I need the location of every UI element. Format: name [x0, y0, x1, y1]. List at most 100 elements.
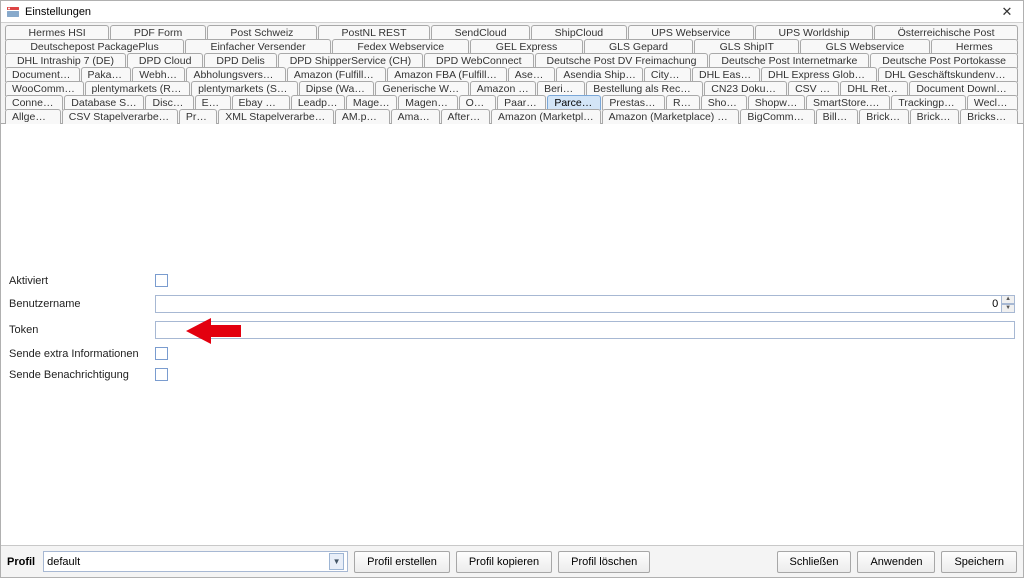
tab[interactable]: Prestashop — [602, 95, 665, 110]
tab[interactable]: PDF Form — [110, 25, 206, 40]
tab[interactable]: Ebay XML — [232, 95, 290, 110]
tab[interactable]: Bricklink — [859, 109, 908, 124]
tab[interactable]: PostNL REST — [318, 25, 430, 40]
profil-kopieren-button[interactable]: Profil kopieren — [456, 551, 552, 573]
tab[interactable]: Bestellung als Rechnung — [586, 81, 703, 96]
tab[interactable]: SmartStore.NET — [806, 95, 890, 110]
schliessen-button[interactable]: Schließen — [777, 551, 852, 573]
tab[interactable]: Amazon (Marketplace) — [491, 109, 601, 124]
tab[interactable]: Hermes — [931, 39, 1018, 54]
tab[interactable]: DPD WebConnect — [424, 53, 534, 68]
aktiviert-label: Aktiviert — [9, 275, 149, 287]
tab[interactable]: DHL Easylog — [692, 67, 760, 82]
aktiviert-checkbox[interactable] — [155, 274, 168, 287]
tab[interactable]: Asendia Shipping — [556, 67, 642, 82]
tab[interactable]: Amazon (Marketplace) REST — [602, 109, 740, 124]
tab[interactable]: GLS Gepard — [584, 39, 694, 54]
tab[interactable]: DPD ShipperService (CH) — [278, 53, 423, 68]
tab[interactable]: DHL Retoure — [840, 81, 908, 96]
tab[interactable]: plentymarkets (REST) — [85, 81, 191, 96]
tab[interactable]: Paarzeit — [497, 95, 546, 110]
tab[interactable]: Magento — [346, 95, 397, 110]
tab[interactable]: Österreichische Post — [874, 25, 1018, 40]
tab[interactable]: Berichte — [537, 81, 585, 96]
tab[interactable]: Dipse (Waage) — [299, 81, 375, 96]
tab[interactable]: Discogs — [145, 95, 193, 110]
benutzername-field-wrap: ▲ ▼ — [155, 295, 1015, 313]
tab[interactable]: Leadprint — [291, 95, 345, 110]
tab[interactable]: Shopware — [748, 95, 805, 110]
tab[interactable]: Hermes HSI — [5, 25, 109, 40]
tab[interactable]: WooCommerce — [5, 81, 84, 96]
tab[interactable]: Document Log — [5, 67, 80, 82]
tab[interactable]: Amazon — [391, 109, 440, 124]
tab[interactable]: GEL Express — [470, 39, 582, 54]
tab[interactable]: Deutsche Post DV Freimachung — [535, 53, 709, 68]
tab[interactable]: DPD Delis — [204, 53, 276, 68]
close-button[interactable]: ✕ — [995, 4, 1019, 20]
tab[interactable]: SendCloud — [431, 25, 530, 40]
tab[interactable]: ShipCloud — [531, 25, 627, 40]
anwenden-button[interactable]: Anwenden — [857, 551, 935, 573]
tab[interactable]: Parcellab — [547, 95, 601, 110]
tab[interactable]: DHL Intraship 7 (DE) — [5, 53, 126, 68]
tab[interactable]: XML Stapelverarbeitung — [218, 109, 334, 124]
tab[interactable]: Deutsche Post Internetmarke — [709, 53, 869, 68]
tab[interactable]: Amazon Log — [470, 81, 536, 96]
tab[interactable]: Allgemein — [5, 109, 61, 124]
tab[interactable]: Webhook — [132, 67, 185, 82]
tab[interactable]: Post Schweiz — [207, 25, 317, 40]
tab[interactable]: Real — [666, 95, 700, 110]
tab[interactable]: Connector — [5, 95, 63, 110]
tab[interactable]: DHL Express Global WS — [761, 67, 877, 82]
tab[interactable]: CSV Log — [788, 81, 839, 96]
tabs-row: DHL Intraship 7 (DE)DPD CloudDPD DelisDP… — [5, 53, 1019, 67]
benutzername-spin-up[interactable]: ▲ — [1001, 295, 1015, 304]
tab[interactable]: Document Downloader — [909, 81, 1018, 96]
tab[interactable]: Abholungsversender — [186, 67, 285, 82]
tab[interactable]: Amazon FBA (Fulfillment) — [387, 67, 507, 82]
tab[interactable]: plentymarkets (SOAP) — [191, 81, 298, 96]
profil-loeschen-button[interactable]: Profil löschen — [558, 551, 650, 573]
benutzername-input[interactable] — [155, 295, 1001, 313]
tab[interactable]: Billbee — [816, 109, 859, 124]
tab[interactable]: Magento 2 — [398, 95, 457, 110]
tab[interactable]: UPS Worldship — [755, 25, 873, 40]
tab[interactable]: UPS Webservice — [628, 25, 754, 40]
profil-combo[interactable]: default ▼ — [43, 551, 348, 572]
profil-erstellen-button[interactable]: Profil erstellen — [354, 551, 450, 573]
tab[interactable]: Amazon (Fulfillment) — [287, 67, 386, 82]
tab[interactable]: CSV Stapelverarbeitung — [62, 109, 178, 124]
tab[interactable]: Citymail — [644, 67, 691, 82]
tab[interactable]: GLS Webservice — [800, 39, 929, 54]
sende-benachrichtigung-checkbox[interactable] — [155, 368, 168, 381]
tab[interactable]: Generische Waage — [375, 81, 468, 96]
tab[interactable]: AM.portal — [335, 109, 390, 124]
tab[interactable]: Asendia — [508, 67, 556, 82]
tab[interactable]: Odoo — [459, 95, 496, 110]
tab[interactable]: Deutschepost PackagePlus — [5, 39, 184, 54]
tab[interactable]: Einfacher Versender — [185, 39, 331, 54]
tab[interactable]: Fedex Webservice — [332, 39, 469, 54]
tab[interactable]: Shopify — [701, 95, 747, 110]
tab[interactable]: CN23 Dokument — [704, 81, 787, 96]
tab[interactable]: DPD Cloud — [127, 53, 203, 68]
tab[interactable]: BigCommerce — [740, 109, 814, 124]
benutzername-spin-down[interactable]: ▼ — [1001, 304, 1015, 313]
tab[interactable]: Brickscout — [960, 109, 1018, 124]
tab-content: Aktiviert Benutzername ▲ ▼ Token Sende e… — [1, 124, 1023, 545]
speichern-button[interactable]: Speichern — [941, 551, 1017, 573]
tab[interactable]: Deutsche Post Portokasse — [870, 53, 1018, 68]
tab[interactable]: Weclapp — [967, 95, 1018, 110]
tab[interactable]: DHL Geschäftskundenversand — [878, 67, 1018, 82]
tab[interactable]: Trackingportal — [891, 95, 965, 110]
tab[interactable]: Proxy — [179, 109, 217, 124]
tab[interactable]: Brickowl — [910, 109, 959, 124]
tab[interactable]: Afterbuy — [441, 109, 490, 124]
tab[interactable]: Pakadoo — [81, 67, 132, 82]
tab[interactable]: GLS ShipIT — [694, 39, 799, 54]
tab[interactable]: Ebay — [195, 95, 231, 110]
token-input[interactable] — [155, 321, 1015, 339]
tab[interactable]: Database Shop — [64, 95, 144, 110]
sende-extra-checkbox[interactable] — [155, 347, 168, 360]
